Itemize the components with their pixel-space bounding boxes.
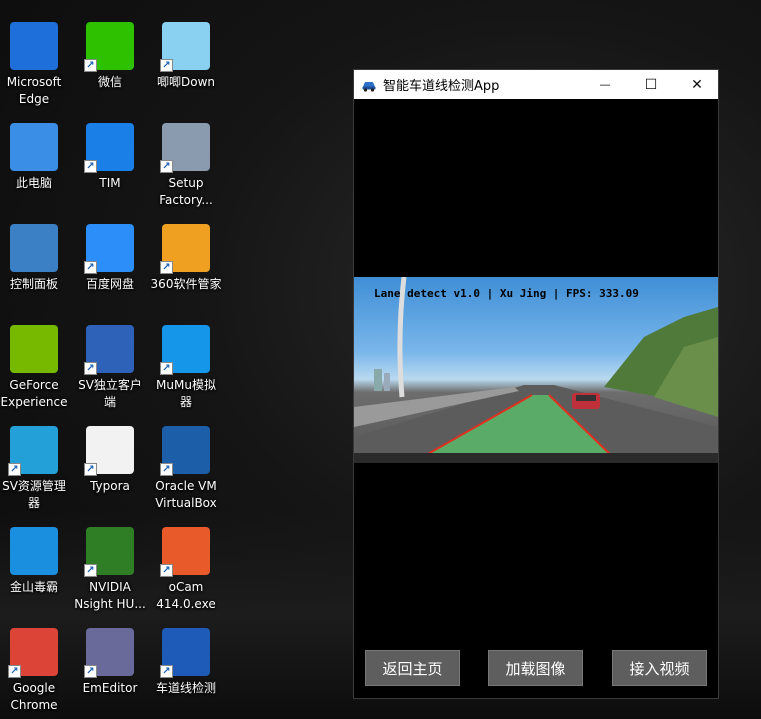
shortcut-arrow-icon: ↗	[160, 160, 173, 173]
chrome-icon: ↗	[8, 628, 58, 678]
desktop-shortcut[interactable]: ↗ 百度网盘	[74, 224, 146, 293]
shortcut-arrow-icon: ↗	[160, 665, 173, 678]
road-scene-image	[354, 277, 718, 463]
control-panel-icon	[10, 224, 58, 272]
nsight-icon: ↗	[84, 527, 134, 577]
desktop-shortcut[interactable]: ↗ Google Chrome	[0, 628, 70, 714]
desktop-shortcut[interactable]: ↗ NVIDIA Nsight HU...	[74, 527, 146, 613]
back-home-button[interactable]: 返回主页	[365, 650, 460, 686]
sv-client-icon: ↗	[84, 325, 134, 375]
desktop-shortcut[interactable]: ↗ MuMu模拟 器	[150, 325, 222, 411]
emeditor-icon: ↗	[84, 628, 134, 678]
typora-icon: ↗	[84, 426, 134, 476]
shortcut-arrow-icon: ↗	[160, 463, 173, 476]
sv-explorer-icon: ↗	[8, 426, 58, 476]
desktop-shortcut-label: 车道线检测	[155, 681, 216, 695]
desktop-shortcut[interactable]: ↗ oCam 414.0.exe	[150, 527, 222, 613]
desktop-shortcut-label: Setup Factory...	[159, 176, 213, 207]
desktop-shortcut-label: GeForce Experience	[0, 378, 68, 409]
shortcut-arrow-icon: ↗	[84, 160, 97, 173]
desktop-shortcut[interactable]: 金山毒霸	[0, 527, 70, 596]
desktop-shortcut-label: oCam 414.0.exe	[156, 580, 216, 611]
shortcut-arrow-icon: ↗	[84, 665, 97, 678]
desktop-shortcut[interactable]: 此电脑	[0, 123, 70, 192]
desktop-shortcut-label: SV独立客户 端	[78, 378, 142, 409]
this-pc-icon	[10, 123, 58, 171]
edge-icon	[10, 22, 58, 70]
shortcut-arrow-icon: ↗	[160, 261, 173, 274]
desktop-shortcut[interactable]: GeForce Experience	[0, 325, 70, 411]
desktop-shortcut-label: Oracle VM VirtualBox	[155, 479, 217, 510]
virtualbox-icon: ↗	[160, 426, 210, 476]
maximize-icon: ☐	[644, 76, 658, 93]
desktop-shortcut-label: Typora	[90, 479, 130, 493]
desktop-shortcut-label: 控制面板	[9, 277, 58, 291]
shortcut-arrow-icon: ↗	[84, 362, 97, 375]
desktop-shortcut-label: 唧唧Down	[156, 75, 215, 89]
shortcut-arrow-icon: ↗	[160, 564, 173, 577]
minimize-icon: —	[599, 78, 611, 91]
title-bar[interactable]: 智能车道线检测App — ☐ ✕	[354, 70, 718, 99]
baidu-netdisk-icon: ↗	[84, 224, 134, 274]
shortcut-arrow-icon: ↗	[160, 362, 173, 375]
mumu-icon: ↗	[160, 325, 210, 375]
shortcut-arrow-icon: ↗	[8, 665, 21, 678]
jijidown-icon: ↗	[160, 22, 210, 72]
desktop-shortcut[interactable]: ↗ Setup Factory...	[150, 123, 222, 209]
desktop-shortcut[interactable]: 控制面板	[0, 224, 70, 293]
shortcut-arrow-icon: ↗	[160, 59, 173, 72]
ocam-icon: ↗	[160, 527, 210, 577]
car-app-icon: ↗	[160, 628, 210, 678]
desktop-shortcut[interactable]: Microsoft Edge	[0, 22, 70, 108]
load-image-button[interactable]: 加载图像	[488, 650, 583, 686]
geforce-icon	[10, 325, 58, 373]
shortcut-arrow-icon: ↗	[84, 261, 97, 274]
shortcut-arrow-icon: ↗	[84, 564, 97, 577]
car-app-icon	[362, 81, 376, 92]
desktop-shortcut-label: Google Chrome	[10, 681, 58, 712]
desktop-shortcut[interactable]: ↗ 唧唧Down	[150, 22, 222, 91]
desktop-shortcut[interactable]: ↗ Oracle VM VirtualBox	[150, 426, 222, 512]
detection-overlay-text: Lane detect v1.0 | Xu Jing | FPS: 333.09	[374, 287, 639, 300]
desktop-shortcut[interactable]: ↗ 360软件管家	[150, 224, 222, 293]
desktop-shortcut-label: 微信	[97, 75, 122, 89]
360-software-icon: ↗	[160, 224, 210, 274]
desktop-shortcut[interactable]: ↗ SV资源管理 器	[0, 426, 70, 512]
desktop-shortcut[interactable]: ↗ 车道线检测	[150, 628, 222, 697]
tim-icon: ↗	[84, 123, 134, 173]
shortcut-arrow-icon: ↗	[84, 59, 97, 72]
shortcut-arrow-icon: ↗	[8, 463, 21, 476]
shortcut-arrow-icon: ↗	[84, 463, 97, 476]
desktop-shortcut[interactable]: ↗ 微信	[74, 22, 146, 91]
connect-video-button[interactable]: 接入视频	[612, 650, 707, 686]
close-button[interactable]: ✕	[674, 70, 720, 99]
desktop-shortcut-label: SV资源管理 器	[2, 479, 66, 510]
desktop-shortcut-label: TIM	[99, 176, 121, 190]
desktop-shortcut-label: MuMu模拟 器	[156, 378, 216, 409]
wechat-icon: ↗	[84, 22, 134, 72]
lane-detection-video: Lane detect v1.0 | Xu Jing | FPS: 333.09	[354, 277, 718, 463]
desktop-shortcut-label: 360软件管家	[150, 277, 222, 291]
desktop-shortcut-label: Microsoft Edge	[6, 75, 62, 106]
desktop-shortcut[interactable]: ↗ Typora	[74, 426, 146, 495]
desktop-shortcut[interactable]: ↗ EmEditor	[74, 628, 146, 697]
minimize-button[interactable]: —	[582, 70, 628, 99]
window-title: 智能车道线检测App	[383, 79, 500, 94]
desktop-shortcut-label: EmEditor	[82, 681, 138, 695]
desktop-shortcut-label: 金山毒霸	[9, 580, 58, 594]
kingsoft-icon	[10, 527, 58, 575]
close-icon: ✕	[691, 76, 703, 93]
lane-detect-window: 智能车道线检测App — ☐ ✕ Lane detect v1.0 | Xu J…	[353, 69, 719, 699]
desktop-shortcut-label: NVIDIA Nsight HU...	[74, 580, 146, 611]
desktop-shortcut-label: 百度网盘	[85, 277, 134, 291]
desktop-shortcut[interactable]: ↗ SV独立客户 端	[74, 325, 146, 411]
desktop-shortcut[interactable]: ↗ TIM	[74, 123, 146, 192]
maximize-button[interactable]: ☐	[628, 70, 674, 99]
desktop-shortcut-label: 此电脑	[15, 176, 52, 190]
setup-factory-icon: ↗	[160, 123, 210, 173]
